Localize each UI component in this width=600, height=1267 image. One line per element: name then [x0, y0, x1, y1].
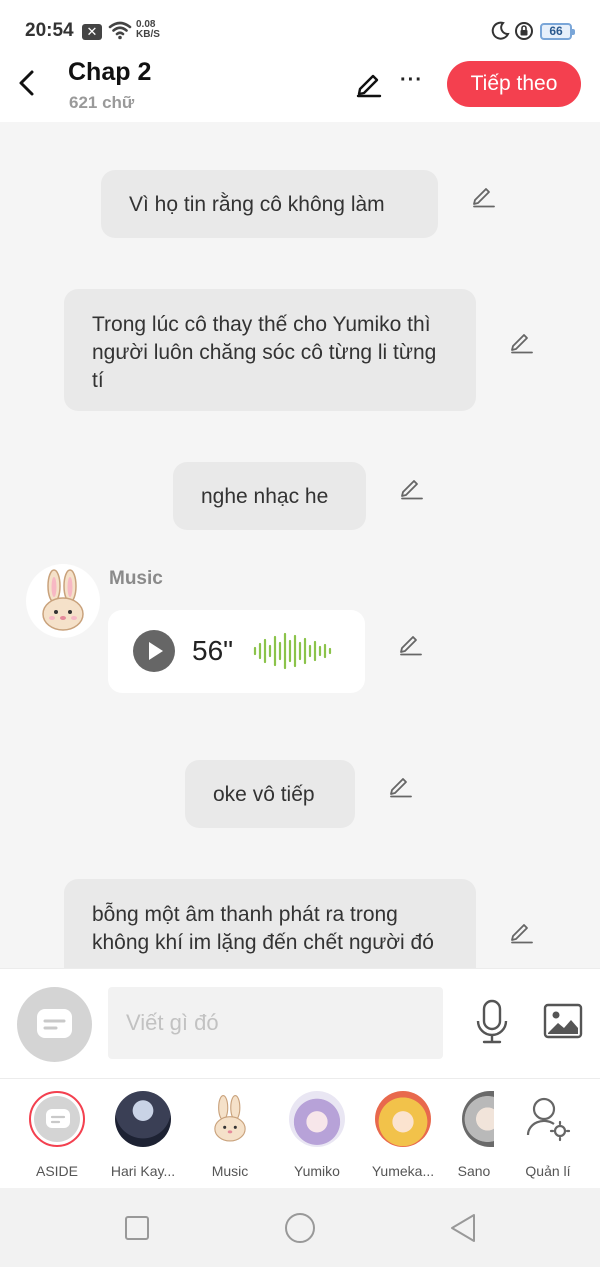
edit-message-icon[interactable]	[387, 772, 413, 798]
message-text: Vì họ tin rằng cô không làm	[129, 193, 385, 216]
character-avatar	[289, 1091, 345, 1147]
moon-icon	[491, 21, 510, 40]
manage-button[interactable]: Quản lí	[506, 1091, 590, 1179]
chat-area[interactable]: Vì họ tin rằng cô không làm Trong lúc cô…	[0, 122, 600, 968]
bunny-avatar-icon	[214, 1094, 246, 1142]
word-count: 621 chữ	[69, 93, 135, 112]
microphone-icon[interactable]	[474, 999, 510, 1045]
edit-message-icon[interactable]	[508, 328, 534, 354]
more-button[interactable]: ···	[400, 70, 426, 96]
message-bubble[interactable]: bỗng một âm thanh phát ra trong không kh…	[64, 879, 476, 968]
image-icon[interactable]	[543, 1003, 583, 1039]
message-bubble[interactable]: Trong lúc cô thay thế cho Yumiko thì ngư…	[64, 289, 476, 411]
message-text: Trong lúc cô thay thế cho Yumiko thì ngư…	[92, 313, 437, 392]
edit-icon[interactable]	[354, 68, 384, 98]
character-bar: ASIDE Hari Kay... Music Yumiko Yumeka...…	[0, 1078, 600, 1188]
character-aside[interactable]: ASIDE	[15, 1091, 99, 1179]
aside-icon	[37, 1009, 72, 1038]
message-text: nghe nhạc he	[201, 485, 329, 508]
message-text: oke vô tiếp	[213, 783, 315, 806]
edit-message-icon[interactable]	[397, 630, 423, 656]
back-button[interactable]	[14, 66, 42, 100]
status-time: 20:54	[25, 20, 74, 41]
header: Chap 2 621 chữ ··· Tiếp theo	[0, 58, 600, 122]
character-sano[interactable]: Sano	[432, 1091, 516, 1179]
aside-icon	[46, 1109, 70, 1128]
edit-message-icon[interactable]	[398, 474, 424, 500]
edit-message-icon[interactable]	[470, 182, 496, 208]
rotation-lock-icon	[515, 22, 533, 40]
message-bubble[interactable]: Vì họ tin rằng cô không làm	[101, 170, 438, 238]
character-label: Music	[211, 1163, 249, 1179]
character-avatar	[202, 1091, 258, 1147]
character-label: Yumiko	[294, 1163, 340, 1179]
network-speed: 0.08 KB/S	[136, 20, 160, 40]
character-avatar	[462, 1091, 494, 1147]
audio-message[interactable]: 56"	[108, 610, 365, 693]
user-settings-icon	[526, 1097, 571, 1142]
edit-message-icon[interactable]	[508, 918, 534, 944]
character-avatar	[375, 1091, 431, 1147]
battery-icon: 66	[540, 23, 575, 40]
audio-duration: 56"	[192, 635, 234, 666]
character-label: Hari Kay...	[110, 1163, 176, 1179]
character-label: Sano	[457, 1163, 491, 1179]
back-nav-icon[interactable]	[449, 1213, 477, 1243]
page-title: Chap 2	[68, 58, 152, 86]
character-avatar	[115, 1091, 171, 1147]
character-yumiko[interactable]: Yumiko	[275, 1091, 359, 1179]
recent-apps-icon[interactable]	[124, 1215, 150, 1241]
input-bar: Viết gì đó	[0, 968, 600, 1078]
speaker-name: Music	[109, 568, 163, 589]
bunny-avatar-icon	[42, 569, 84, 631]
speaker-avatar[interactable]	[26, 564, 100, 638]
next-button[interactable]: Tiếp theo	[447, 61, 581, 107]
system-nav-bar	[0, 1188, 600, 1267]
character-hari[interactable]: Hari Kay...	[101, 1091, 185, 1179]
message-text: bỗng một âm thanh phát ra trong không kh…	[92, 903, 434, 954]
play-icon[interactable]	[133, 630, 175, 672]
message-input[interactable]: Viết gì đó	[108, 987, 443, 1059]
waveform-icon	[253, 632, 332, 670]
home-icon[interactable]	[284, 1212, 316, 1244]
network-speed-unit: KB/S	[136, 29, 160, 40]
message-bubble[interactable]: nghe nhạc he	[173, 462, 366, 530]
wifi-icon	[108, 21, 132, 40]
character-label: Quản lí	[525, 1163, 571, 1179]
aside-avatar	[29, 1091, 85, 1147]
aside-toggle-button[interactable]	[17, 987, 92, 1062]
character-music[interactable]: Music	[188, 1091, 272, 1179]
status-bar: 20:54 ✕ 0.08 KB/S 66	[0, 0, 600, 58]
character-label: ASIDE	[35, 1163, 78, 1179]
message-bubble[interactable]: oke vô tiếp	[185, 760, 355, 828]
notification-icon: ✕	[82, 24, 102, 40]
